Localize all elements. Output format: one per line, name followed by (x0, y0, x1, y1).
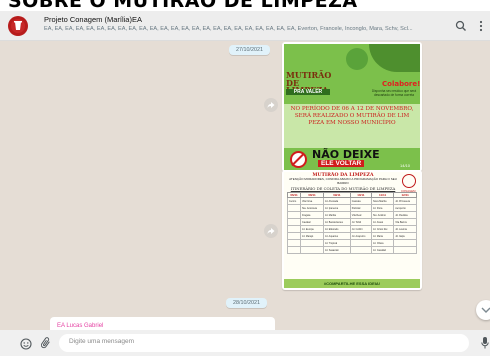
table-cell: Jd. Ipanema (322, 204, 351, 212)
table-cell: Vila Nova (300, 197, 324, 205)
search-icon[interactable] (455, 19, 467, 37)
tree-illustration (346, 48, 368, 70)
table-cell: Nova Marília (370, 197, 395, 205)
table-cell: Cavalari (300, 218, 324, 226)
message-bubble[interactable]: EA Lucas Gabriel (50, 317, 275, 330)
table-cell: Jd. Colibri (349, 225, 372, 233)
table-row: Jd. Sasazaki Jd. Cavallari (286, 246, 417, 254)
menu-icon[interactable] (478, 19, 484, 37)
table-cell (286, 204, 302, 212)
no-mosquito-icon (290, 151, 307, 168)
mic-icon[interactable] (481, 336, 489, 355)
table-cell: Vila Real (349, 211, 372, 219)
table-cell: Jd. Sasazaki (322, 246, 351, 254)
itinerary-table: 06/11 08/11 09/11 10/11 11/11 12/11 Cent… (286, 192, 417, 254)
table-row: Jd. Europa Jd. Eldorado Jd. Colibri Jd. Cri… (286, 225, 417, 233)
table-row: Jd. Marajó Jd. Aquarius Jd. Acapulco Jd. Ma… (286, 232, 417, 240)
table-cell: Jd. Marajó (300, 232, 324, 240)
flyer-period-text: NO PERÍODO DE 06 A 12 DE NOVEMBRO, SERÁ … (290, 106, 414, 127)
table-cell (349, 246, 372, 254)
table-cell: Jd. Tropical (322, 239, 351, 247)
group-avatar[interactable] (8, 16, 28, 36)
table-cell: Jd. Lavínia (393, 225, 417, 233)
chat-panel[interactable]: 27/10/2021 MUTIRÃO DE LIMPEZA PRA VALER … (0, 42, 490, 330)
table-cell (300, 246, 324, 254)
table-cell (286, 239, 302, 247)
attach-icon[interactable] (40, 336, 51, 355)
table-cell: Palmital (349, 204, 372, 212)
date-chip: 28/10/2021 (226, 298, 267, 308)
table-cell: Jd. Tofoli (349, 218, 372, 226)
table-cell: Jd. Cristo Rei (370, 225, 395, 233)
flyer-subtitle: PRA VALER (286, 89, 330, 95)
message-sender[interactable]: EA Lucas Gabriel (57, 323, 103, 329)
message-composer: Digite uma mensagem (0, 330, 490, 356)
table-cell: Jd. Flora (370, 204, 395, 212)
table-row: Jd. Tropical Jd. Ohara (286, 239, 417, 247)
table-cell (300, 239, 324, 247)
flyer-colab: Colabore! (382, 80, 420, 88)
table-row: Cavalari Jd. Bandeirantes Jd. Tofoli Jd. Ar… (286, 218, 417, 226)
table-cell: Jd. Araxá (370, 218, 395, 226)
table-cell: Sto. Antônio (370, 211, 395, 219)
flyer2-footer: #COMPARTILHE ESSA IDEIA! (284, 279, 420, 288)
table-cell (286, 246, 302, 254)
table-cell (286, 225, 302, 233)
forward-icon[interactable] (264, 98, 278, 112)
chat-header: Projeto Conagem (Marília)EA EA, EA, EA, … (0, 11, 490, 41)
table-cell: Aeroporto (393, 204, 417, 212)
group-title[interactable]: Projeto Conagem (Marília)EA (44, 15, 142, 24)
table-cell: Jd. Bandeirantes (322, 218, 351, 226)
table-cell: Jd. Eldorado (322, 225, 351, 233)
table-cell: Jd. Paulista (393, 211, 417, 219)
table-cell: Jd. Maria (370, 232, 395, 240)
table-cell (286, 218, 302, 226)
chevron-down-icon (481, 307, 490, 313)
table-cell: Vila Barros (393, 218, 417, 226)
table-cell: Jd. Cavallari (370, 246, 395, 254)
flyer-colab-text: Disponha seu resíduo que será descartado… (371, 89, 417, 97)
mosquito-logo-icon (402, 174, 416, 188)
scroll-down-button[interactable] (476, 300, 490, 320)
flyer-image-itinerario[interactable]: MUTIRÃO DA LIMPEZA ATENÇÃO MORADORES, CO… (282, 170, 422, 290)
emoji-icon[interactable] (20, 337, 32, 355)
flyer-image-mutirao[interactable]: MUTIRÃO DE LIMPEZA PRA VALER Colabore! D… (282, 42, 422, 172)
table-cell (286, 232, 302, 240)
table-cell (349, 239, 372, 247)
table-cell: Cascata (349, 197, 372, 205)
message-input[interactable]: Digite uma mensagem (59, 334, 469, 352)
flyer-ele-voltar: ELE VOLTAR (318, 160, 365, 167)
forward-icon[interactable] (264, 224, 278, 238)
table-cell: Sta. Antonieta (300, 204, 324, 212)
table-cell (393, 246, 417, 254)
top-caption-banner: SOBRE O MUTIRÃO DE LIMPEZA (0, 0, 490, 11)
table-cell: Centro (286, 197, 302, 205)
group-members[interactable]: EA, EA, EA, EA, EA, EA, EA, EA, EA, EA, … (44, 26, 444, 32)
table-cell (286, 211, 302, 219)
table-cell: Jd. Itaipu (393, 232, 417, 240)
table-cell: Jd. Primavera (393, 197, 417, 205)
message-placeholder: Digite uma mensagem (69, 338, 135, 345)
table-row: Centro Vila Nova Jd. Alvorada Cascata Nova M… (286, 197, 417, 205)
table-row: Sta. Antonieta Jd. Ipanema Palmital Jd. Flo… (286, 204, 417, 212)
table-cell: Jd. Europa (300, 225, 324, 233)
table-cell: Jd. Marília (322, 211, 351, 219)
table-cell: Fragata (300, 211, 324, 219)
table-cell: Jd. Aquarius (322, 232, 351, 240)
table-cell: Jd. Ohara (370, 239, 395, 247)
table-row: Fragata Jd. Marília Vila Real Sto. Antônio J… (286, 211, 417, 219)
flyer2-notice: ATENÇÃO MORADORES, CONFIRA ABAIXO A PROG… (289, 177, 397, 185)
date-chip: 27/10/2021 (229, 45, 270, 55)
flyer-number: 14/10 (400, 163, 411, 168)
table-cell: Jd. Alvorada (322, 197, 351, 205)
table-cell: Jd. Acapulco (349, 232, 372, 240)
banner-text: SOBRE O MUTIRÃO DE LIMPEZA (8, 0, 358, 11)
flyer2-table-title: ITINERÁRIO DE COLETA DO MUTIRÃO DE LIMPE… (290, 186, 396, 191)
table-cell (393, 239, 417, 247)
